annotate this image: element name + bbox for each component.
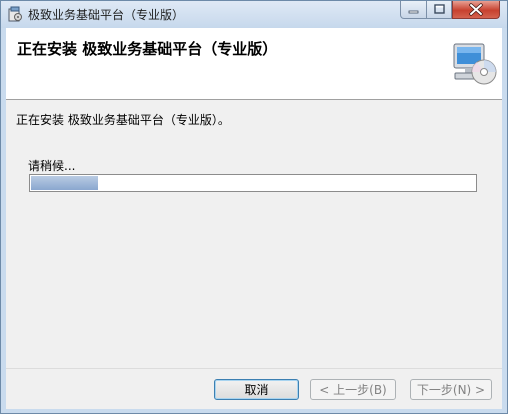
install-status-message: 正在安装 极致业务基础平台（专业版）。 bbox=[16, 113, 230, 127]
window-title: 极致业务基础平台（专业版） bbox=[28, 8, 185, 22]
minimize-icon bbox=[408, 10, 419, 14]
install-progress-fill bbox=[31, 176, 98, 190]
button-bar: 取消 < 上一步(B) 下一步(N) > bbox=[6, 368, 502, 409]
header-title: 正在安装 极致业务基础平台（专业版） bbox=[17, 40, 278, 58]
cancel-button[interactable]: 取消 bbox=[214, 379, 299, 400]
wait-label: 请稍候... bbox=[28, 159, 76, 173]
maximize-icon bbox=[434, 4, 445, 14]
next-button[interactable]: 下一步(N) > bbox=[410, 379, 492, 400]
maximize-button[interactable] bbox=[426, 1, 452, 19]
installer-header: 正在安装 极致业务基础平台（专业版） bbox=[6, 28, 502, 100]
close-icon bbox=[469, 3, 483, 16]
installer-content: 正在安装 极致业务基础平台（专业版）。 请稍候... bbox=[6, 100, 502, 368]
installer-app-icon bbox=[8, 6, 22, 22]
installer-window: 极致业务基础平台（专业版） 正在安装 极致业务基础平台（专业版） 正在安装 极致… bbox=[0, 0, 508, 414]
computer-cd-icon bbox=[453, 43, 497, 85]
close-button[interactable] bbox=[452, 1, 500, 19]
install-progress-bar bbox=[29, 174, 477, 192]
title-bar[interactable]: 极致业务基础平台（专业版） bbox=[1, 1, 507, 28]
back-button[interactable]: < 上一步(B) bbox=[310, 379, 396, 400]
minimize-button[interactable] bbox=[400, 1, 427, 19]
